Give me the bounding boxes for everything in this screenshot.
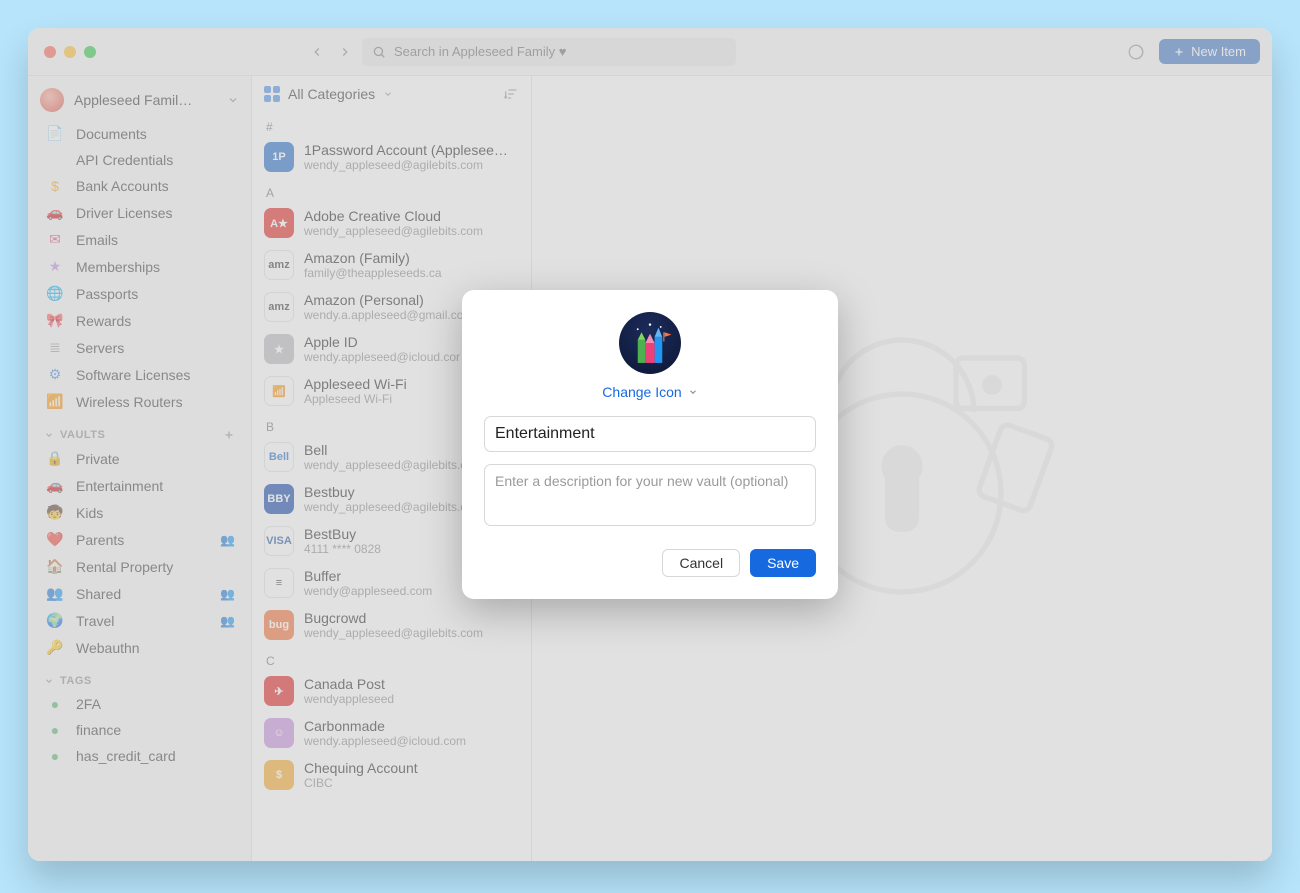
app-window: Search in Appleseed Family ♥ New Item Ap…: [28, 28, 1272, 861]
cancel-button[interactable]: Cancel: [662, 549, 740, 577]
vault-name-input[interactable]: [484, 416, 816, 452]
vault-description-input[interactable]: [484, 464, 816, 526]
chevron-down-icon: [688, 387, 698, 397]
change-icon-button[interactable]: Change Icon: [484, 384, 816, 400]
save-button[interactable]: Save: [750, 549, 816, 577]
vault-icon-preview: [619, 312, 681, 374]
modal-overlay[interactable]: Change Icon Cancel Save: [28, 28, 1272, 861]
new-vault-modal: Change Icon Cancel Save: [462, 290, 838, 599]
